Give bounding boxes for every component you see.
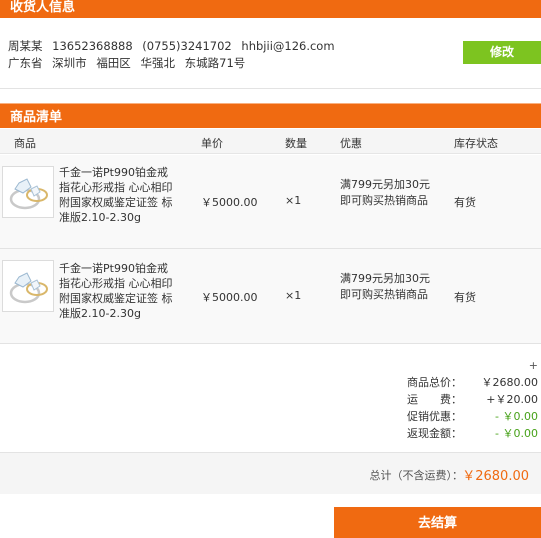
promotion-discount-value: - ￥0.00 xyxy=(495,410,538,423)
summary-cashback-row: 返现金额： - ￥0.00 xyxy=(338,425,538,442)
order-total-value: ￥2680.00 xyxy=(462,469,529,484)
order-total-label: 总计（不含运费）： xyxy=(369,469,464,482)
summary-promotion-row: 促销优惠： - ￥0.00 xyxy=(338,408,538,425)
receiver-area: 华强北 xyxy=(140,56,175,70)
goods-section-title: 商品清单 xyxy=(10,110,63,125)
receiver-name: 周某某 xyxy=(8,39,43,53)
goods-section-header: 商品清单 xyxy=(0,103,541,128)
summary-plus-sign: + xyxy=(528,359,538,372)
divider xyxy=(0,343,541,344)
column-header-promotion: 优惠 xyxy=(340,137,362,150)
item-promotion: 满799元另加30元即可购买热销商品 xyxy=(340,178,430,207)
receiver-phone: (0755)3241702 xyxy=(142,39,232,53)
receiver-section-header: 收货人信息 xyxy=(0,0,541,18)
goods-total-label: 商品总价： xyxy=(407,376,462,389)
item-price: ￥5000.00 xyxy=(201,196,258,209)
receiver-city: 深圳市 xyxy=(52,56,87,70)
column-header-quantity: 数量 xyxy=(285,137,307,150)
product-thumbnail[interactable] xyxy=(2,260,54,312)
edit-receiver-button[interactable]: 修改 xyxy=(463,41,541,64)
receiver-contact-line: 周某某 13652368888 (0755)3241702 hhbjii@126… xyxy=(8,38,341,54)
product-thumbnail[interactable] xyxy=(2,166,54,218)
cashback-label: 返现金额： xyxy=(407,427,462,440)
receiver-email: hhbjii@126.com xyxy=(241,39,335,53)
item-promotion: 满799元另加30元即可购买热销商品 xyxy=(340,272,430,301)
table-row: 千金一诺Pt990铂金戒指花心形戒指 心心相印 附国家权威鉴定证签 标准版2.1… xyxy=(0,249,541,343)
summary-goods-total-row: 商品总价： ￥2680.00 xyxy=(338,374,538,391)
column-header-price: 单价 xyxy=(201,137,223,150)
promotion-discount-label: 促销优惠： xyxy=(407,410,462,423)
divider xyxy=(0,88,541,89)
item-stock-status: 有货 xyxy=(454,196,476,209)
summary-shipping-row: 运 费： +￥20.00 xyxy=(338,391,538,408)
receiver-address-line: 广东省 深圳市 福田区 华强北 东城路71号 xyxy=(8,55,251,71)
checkout-button[interactable]: 去结算 xyxy=(334,507,541,538)
product-name-link[interactable]: 千金一诺Pt990铂金戒指花心形戒指 心心相印 附国家权威鉴定证签 标准版2.1… xyxy=(59,261,174,321)
ring-product-image xyxy=(9,272,48,304)
order-total-box: 总计（不含运费）： ￥2680.00 xyxy=(0,452,541,494)
item-quantity: ×1 xyxy=(285,289,302,302)
column-header-stock: 库存状态 xyxy=(454,137,498,150)
shipping-label: 运 费： xyxy=(407,393,462,406)
goods-table-header: 商品 单价 数量 优惠 库存状态 xyxy=(0,129,541,154)
shipping-value: +￥20.00 xyxy=(486,393,538,406)
item-stock-status: 有货 xyxy=(454,291,476,304)
goods-total-value: ￥2680.00 xyxy=(481,376,539,389)
column-header-product: 商品 xyxy=(14,137,36,150)
receiver-section-title: 收货人信息 xyxy=(10,0,76,15)
receiver-mobile: 13652368888 xyxy=(52,39,133,53)
item-price: ￥5000.00 xyxy=(201,291,258,304)
ring-product-image xyxy=(9,178,48,210)
product-name-link[interactable]: 千金一诺Pt990铂金戒指花心形戒指 心心相印 附国家权威鉴定证签 标准版2.1… xyxy=(59,165,174,225)
receiver-district: 福田区 xyxy=(96,56,131,70)
table-row: 千金一诺Pt990铂金戒指花心形戒指 心心相印 附国家权威鉴定证签 标准版2.1… xyxy=(0,155,541,249)
receiver-province: 广东省 xyxy=(8,56,43,70)
receiver-street: 东城路71号 xyxy=(184,56,246,70)
cashback-value: - ￥0.00 xyxy=(495,427,538,440)
item-quantity: ×1 xyxy=(285,194,302,207)
